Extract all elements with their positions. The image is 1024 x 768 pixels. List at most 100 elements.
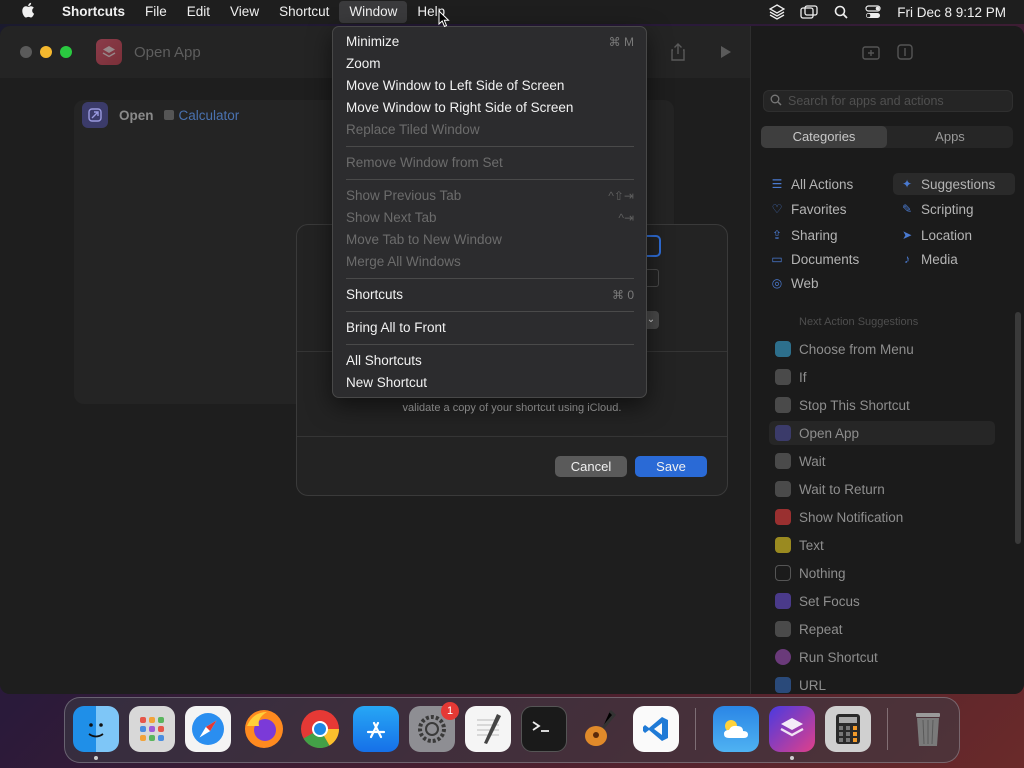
system-settings-icon[interactable]: 1: [409, 702, 459, 752]
menu-item-shortcuts[interactable]: Shortcuts ⌘ 0: [346, 284, 634, 306]
category-label: Scripting: [921, 201, 974, 217]
category-label: Location: [921, 227, 973, 243]
terminal-icon[interactable]: [521, 706, 567, 752]
suggestion-url[interactable]: URL: [769, 673, 995, 694]
run-icon[interactable]: [714, 40, 738, 64]
list-icon: ☰: [771, 177, 783, 191]
menu-edit[interactable]: Edit: [177, 1, 220, 23]
menu-window[interactable]: Window: [339, 1, 408, 23]
menu-item-minimize[interactable]: Minimize ⌘ M: [346, 31, 634, 53]
sidebar-scrollbar[interactable]: [1015, 312, 1021, 544]
suggestion-wait[interactable]: Wait: [769, 449, 995, 473]
garageband-icon[interactable]: [577, 706, 623, 752]
mouse-cursor-icon: [438, 10, 450, 28]
suggestion-set-focus[interactable]: Set Focus: [769, 589, 995, 613]
category-favorites[interactable]: ♡ Favorites: [763, 198, 847, 220]
category-all-actions[interactable]: ☰ All Actions: [763, 173, 854, 195]
menu-item-label: Show Previous Tab: [346, 188, 462, 203]
suggestion-stop-this-shortcut[interactable]: Stop This Shortcut: [769, 393, 995, 417]
info-icon[interactable]: [893, 40, 917, 64]
chrome-icon[interactable]: [297, 706, 343, 752]
shortcuts-icon[interactable]: [769, 706, 815, 752]
category-sharing[interactable]: ⇪ Sharing: [763, 224, 838, 246]
category-location[interactable]: ➤ Location: [893, 224, 972, 246]
calculator-icon[interactable]: [825, 706, 871, 752]
category-media[interactable]: ♪ Media: [893, 248, 958, 270]
save-button[interactable]: Save: [635, 456, 707, 477]
suggestion-label: Nothing: [799, 565, 846, 581]
category-scripting[interactable]: ✎ Scripting: [893, 198, 974, 220]
menu-item-move-right[interactable]: Move Window to Right Side of Screen: [346, 97, 634, 119]
safari-icon[interactable]: [185, 706, 231, 752]
layers-icon[interactable]: [768, 3, 786, 21]
suggestion-text[interactable]: Text: [769, 533, 995, 557]
link-icon: [775, 677, 791, 693]
menu-icon: [775, 341, 791, 357]
menu-item-bring-all-to-front[interactable]: Bring All to Front: [346, 317, 634, 339]
suggestion-repeat[interactable]: Repeat: [769, 617, 995, 641]
tab-apps[interactable]: Apps: [887, 126, 1013, 148]
tab-categories[interactable]: Categories: [761, 126, 887, 148]
open-app-icon: [775, 425, 791, 441]
menu-shortcut[interactable]: Shortcut: [269, 1, 339, 23]
branch-icon: [775, 369, 791, 385]
menu-item-label: Show Next Tab: [346, 210, 437, 225]
calculator-mini-icon: [163, 110, 174, 120]
menu-view[interactable]: View: [220, 1, 269, 23]
library-icon[interactable]: [859, 40, 883, 64]
dialog-field[interactable]: [647, 269, 659, 287]
suggestion-if[interactable]: If: [769, 365, 995, 389]
suggestion-label: Repeat: [799, 621, 843, 637]
suggestion-open-app[interactable]: Open App: [769, 421, 995, 445]
sidebar-toolbar: [751, 26, 1024, 78]
menu-item-zoom[interactable]: Zoom: [346, 53, 634, 75]
search-icon[interactable]: [832, 3, 850, 21]
launchpad-icon[interactable]: [129, 706, 175, 752]
menu-separator: [346, 179, 634, 180]
textedit-icon[interactable]: [465, 706, 511, 752]
window-title[interactable]: Open App: [134, 44, 201, 61]
suggestion-label: Set Focus: [799, 593, 860, 609]
zoom-button[interactable]: [60, 46, 72, 58]
dialog-focused-field[interactable]: [645, 235, 661, 257]
menu-clock[interactable]: Fri Dec 8 9:12 PM: [897, 5, 1006, 20]
suggestion-run-shortcut[interactable]: Run Shortcut: [769, 645, 995, 669]
menu-separator: [346, 278, 634, 279]
menu-item-move-left[interactable]: Move Window to Left Side of Screen: [346, 75, 634, 97]
menu-item-shortcut: ^⇧⇥: [608, 189, 634, 203]
window-icon[interactable]: [800, 3, 818, 21]
category-suggestions[interactable]: ✦ Suggestions: [893, 173, 1015, 195]
category-label: Suggestions: [921, 176, 996, 192]
menu-item-new-shortcut[interactable]: New Shortcut: [346, 372, 634, 394]
category-label: Media: [921, 251, 958, 267]
shortcut-glyph-icon[interactable]: [96, 39, 122, 65]
menu-file[interactable]: File: [135, 1, 177, 23]
action-verb: Open: [119, 107, 154, 123]
close-button[interactable]: [20, 46, 32, 58]
category-documents[interactable]: ▭ Documents: [763, 248, 859, 270]
suggestion-show-notification[interactable]: Show Notification: [769, 505, 995, 529]
minimize-button[interactable]: [40, 46, 52, 58]
weather-icon[interactable]: [713, 706, 759, 752]
firefox-icon[interactable]: [241, 706, 287, 752]
share-icon[interactable]: [666, 40, 690, 64]
suggestion-nothing[interactable]: Nothing: [769, 561, 995, 585]
apple-menu-icon[interactable]: [18, 2, 38, 23]
suggestion-wait-to-return[interactable]: Wait to Return: [769, 477, 995, 501]
menu-app-name[interactable]: Shortcuts: [52, 1, 135, 23]
vscode-icon[interactable]: [633, 706, 679, 752]
scripting-icon: ✎: [901, 202, 913, 216]
app-store-icon[interactable]: [353, 706, 399, 752]
category-web[interactable]: ◎ Web: [763, 272, 819, 294]
control-center-icon[interactable]: [864, 3, 882, 21]
trash-icon[interactable]: [905, 706, 951, 752]
finder-icon[interactable]: [73, 706, 119, 752]
menu-item-all-shortcuts[interactable]: All Shortcuts: [346, 350, 634, 372]
suggestion-label: If: [799, 369, 807, 385]
menu-bar: Shortcuts File Edit View Shortcut Window…: [0, 0, 1024, 24]
open-app-action[interactable]: Open Calculator: [82, 102, 239, 128]
cancel-button[interactable]: Cancel: [555, 456, 627, 477]
suggestion-choose-from-menu[interactable]: Choose from Menu: [769, 337, 995, 361]
action-search-input[interactable]: Search for apps and actions: [763, 90, 1013, 112]
action-target[interactable]: Calculator: [163, 108, 239, 123]
